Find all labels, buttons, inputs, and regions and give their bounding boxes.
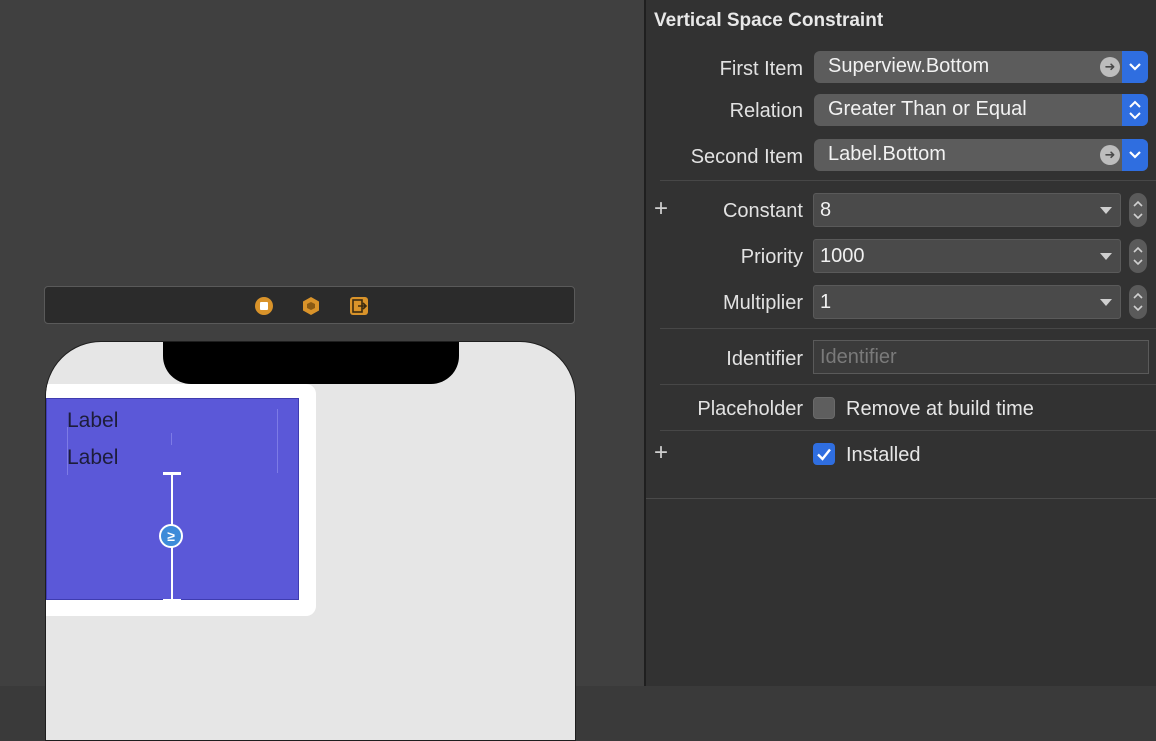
label-top[interactable]: Label bbox=[67, 409, 118, 433]
device-notch bbox=[163, 342, 459, 384]
installed-label[interactable]: Installed bbox=[846, 444, 921, 467]
label-bottom[interactable]: Label bbox=[67, 446, 118, 470]
multiplier-label: Multiplier bbox=[722, 292, 803, 314]
priority-value: 1000 bbox=[820, 245, 865, 267]
alignment-guide-center bbox=[171, 433, 172, 445]
relation-value: Greater Than or Equal bbox=[828, 98, 1027, 120]
caret-down-icon[interactable] bbox=[1100, 253, 1112, 260]
alignment-guide-right bbox=[277, 409, 278, 473]
first-item-label: First Item bbox=[719, 58, 803, 80]
first-item-popup[interactable]: Superview.Bottom ➜ bbox=[814, 51, 1148, 83]
remove-at-build-time-checkbox[interactable] bbox=[813, 397, 835, 419]
constant-value: 8 bbox=[820, 199, 832, 221]
constant-stepper[interactable] bbox=[1129, 193, 1147, 227]
exit-icon[interactable] bbox=[349, 296, 369, 316]
up-down-chevron-icon[interactable] bbox=[1122, 94, 1148, 126]
alignment-guide-left bbox=[67, 427, 68, 475]
separator bbox=[660, 328, 1156, 329]
first-responder-icon[interactable] bbox=[301, 296, 321, 316]
installed-checkbox[interactable] bbox=[813, 443, 835, 465]
caret-down-icon[interactable] bbox=[1100, 299, 1112, 306]
separator bbox=[646, 498, 1156, 499]
separator bbox=[660, 430, 1156, 431]
storyboard-canvas[interactable]: Label Label ≥ bbox=[0, 0, 644, 741]
go-to-arrow-icon[interactable]: ➜ bbox=[1100, 57, 1120, 77]
constraint-cap-bottom bbox=[163, 599, 181, 602]
constant-combo[interactable]: 8 bbox=[813, 193, 1121, 227]
separator bbox=[660, 384, 1156, 385]
inspector-title: Vertical Space Constraint bbox=[654, 10, 884, 31]
remove-at-build-time-label[interactable]: Remove at build time bbox=[846, 398, 1034, 421]
size-inspector: Vertical Space Constraint First Item Sup… bbox=[646, 0, 1156, 686]
caret-down-icon[interactable] bbox=[1100, 207, 1112, 214]
second-item-value: Label.Bottom bbox=[828, 143, 946, 165]
second-item-label: Second Item bbox=[690, 146, 803, 168]
relation-popup[interactable]: Greater Than or Equal bbox=[814, 94, 1148, 126]
chevron-down-icon[interactable] bbox=[1122, 139, 1148, 171]
view-controller-icon[interactable] bbox=[254, 296, 274, 316]
identifier-label: Identifier bbox=[726, 348, 803, 370]
first-item-value: Superview.Bottom bbox=[828, 55, 990, 77]
scene-dock bbox=[44, 286, 575, 324]
second-item-popup[interactable]: Label.Bottom ➜ bbox=[814, 139, 1148, 171]
go-to-arrow-icon[interactable]: ➜ bbox=[1100, 145, 1120, 165]
multiplier-value: 1 bbox=[820, 291, 832, 313]
priority-stepper[interactable] bbox=[1129, 239, 1147, 273]
device-frame: Label Label ≥ bbox=[45, 341, 576, 741]
greater-than-or-equal-badge-icon[interactable]: ≥ bbox=[159, 524, 183, 548]
add-variation-plus-icon[interactable]: + bbox=[654, 441, 668, 465]
separator bbox=[660, 180, 1156, 181]
multiplier-combo[interactable]: 1 bbox=[813, 285, 1121, 319]
multiplier-stepper[interactable] bbox=[1129, 285, 1147, 319]
priority-combo[interactable]: 1000 bbox=[813, 239, 1121, 273]
checkmark-icon bbox=[817, 448, 831, 461]
chevron-down-icon[interactable] bbox=[1122, 51, 1148, 83]
identifier-input[interactable] bbox=[814, 341, 1148, 373]
relation-label: Relation bbox=[729, 100, 803, 122]
constant-label: Constant bbox=[722, 200, 803, 222]
blue-view[interactable]: Label Label ≥ bbox=[46, 398, 299, 602]
identifier-field[interactable] bbox=[813, 340, 1149, 374]
add-variation-plus-icon[interactable]: + bbox=[654, 197, 668, 221]
priority-label: Priority bbox=[740, 246, 803, 268]
placeholder-label: Placeholder bbox=[697, 398, 803, 420]
